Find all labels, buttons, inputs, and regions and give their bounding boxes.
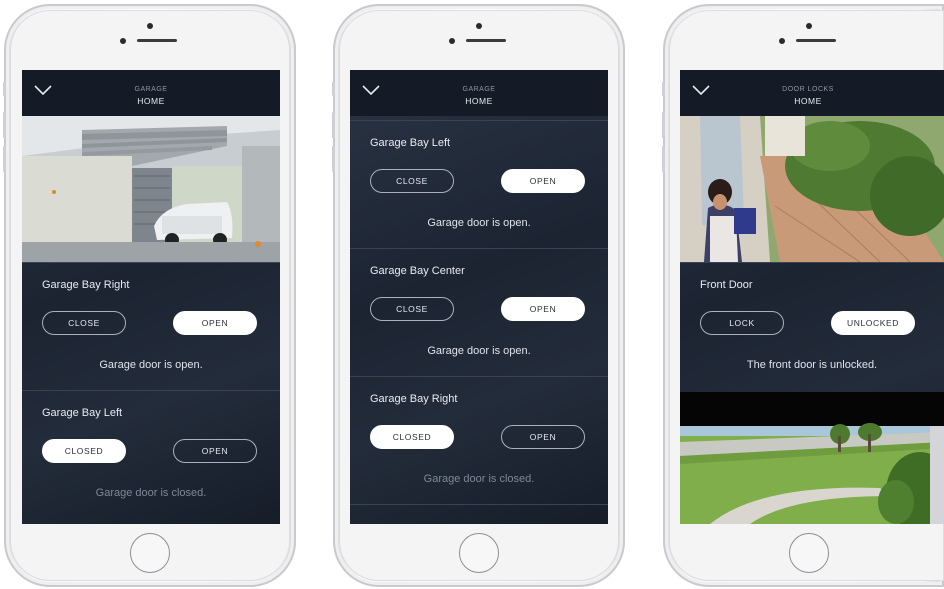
door-status: Garage door is open. <box>427 345 531 357</box>
front-camera <box>806 23 812 29</box>
front-camera <box>147 23 153 29</box>
close-button[interactable]: CLOSE <box>42 311 126 335</box>
close-button[interactable]: CLOSE <box>370 297 454 321</box>
lock-status: The front door is unlocked. <box>746 359 878 371</box>
nav-bar: GARAGE HOME <box>22 70 280 116</box>
open-button[interactable]: OPEN <box>173 439 257 463</box>
phone-1: GARAGE HOME Garage Bay Right CLOSE OPEN … <box>3 4 296 587</box>
device-card: Garage Bay Left CLOSED OPEN Garage door … <box>22 390 280 519</box>
door-status: Garage door is closed. <box>95 487 207 499</box>
nav-title: HOME <box>465 96 493 106</box>
side-button <box>3 82 6 96</box>
device-card: Garage Bay Right CLOSED OPEN Garage door… <box>350 376 608 505</box>
volume-up-button <box>3 112 6 138</box>
device-name: Garage Bay Right <box>370 393 458 405</box>
front-camera <box>476 23 482 29</box>
nav-bar: DOOR LOCKS HOME <box>680 70 944 116</box>
app-screen: GARAGE HOME Garage Bay Right CLOSE OPEN … <box>22 70 280 524</box>
device-name: Garage Bay Right <box>42 279 130 291</box>
home-button[interactable] <box>459 533 499 573</box>
earpiece-speaker <box>137 39 177 42</box>
sensor <box>779 38 785 44</box>
device-card: Front Door LOCK UNLOCKED The front door … <box>680 262 944 393</box>
nav-subtitle: GARAGE <box>462 86 496 93</box>
earpiece-speaker <box>466 39 506 42</box>
garage-camera-feed <box>22 116 280 262</box>
close-button[interactable]: CLOSE <box>370 169 454 193</box>
close-button[interactable]: CLOSED <box>42 439 126 463</box>
divider <box>350 504 608 505</box>
door-status: Garage door is closed. <box>423 473 535 485</box>
nav-title: HOME <box>794 96 822 106</box>
lock-button[interactable]: LOCK <box>700 311 784 335</box>
home-button[interactable] <box>130 533 170 573</box>
volume-down-button <box>332 146 335 172</box>
volume-up-button <box>662 112 665 138</box>
door-status: Garage door is open. <box>427 217 531 229</box>
device-name: Garage Bay Center <box>370 265 465 277</box>
volume-down-button <box>3 146 6 172</box>
sensor <box>120 38 126 44</box>
device-card: Garage Bay Right CLOSE OPEN Garage door … <box>22 262 280 391</box>
open-button[interactable]: OPEN <box>173 311 257 335</box>
side-button <box>662 82 665 96</box>
device-name: Garage Bay Left <box>370 137 451 149</box>
earpiece-speaker <box>796 39 836 42</box>
unlock-button[interactable]: UNLOCKED <box>831 311 915 335</box>
door-status: Garage door is open. <box>99 359 203 371</box>
garage-camera-image <box>22 116 280 262</box>
device-name: Garage Bay Left <box>42 407 123 419</box>
nav-subtitle: DOOR LOCKS <box>782 86 834 93</box>
app-screen: DOOR LOCKS HOME Front Door LOCK UNLOCKED… <box>680 70 944 524</box>
front-door-camera-image <box>680 116 944 262</box>
nav-bar: GARAGE HOME <box>350 70 608 116</box>
phone-3: DOOR LOCKS HOME Front Door LOCK UNLOCKED… <box>662 4 944 587</box>
open-button[interactable]: OPEN <box>501 425 585 449</box>
yard-camera-image <box>680 392 944 524</box>
sensor <box>449 38 455 44</box>
close-button[interactable]: CLOSED <box>370 425 454 449</box>
nav-subtitle: GARAGE <box>134 86 168 93</box>
device-card: Garage Bay Left CLOSE OPEN Garage door i… <box>350 120 608 249</box>
front-door-camera-feed <box>680 116 944 262</box>
device-name: Front Door <box>700 279 753 291</box>
device-card: Garage Bay Center CLOSE OPEN Garage door… <box>350 248 608 377</box>
app-screen: GARAGE HOME Garage Bay Left CLOSE OPEN G… <box>350 70 608 524</box>
nav-title: HOME <box>137 96 165 106</box>
home-button[interactable] <box>789 533 829 573</box>
volume-down-button <box>662 146 665 172</box>
yard-camera-feed <box>680 392 944 524</box>
side-button <box>332 82 335 96</box>
phone-2: GARAGE HOME Garage Bay Left CLOSE OPEN G… <box>332 4 625 587</box>
open-button[interactable]: OPEN <box>501 169 585 193</box>
open-button[interactable]: OPEN <box>501 297 585 321</box>
volume-up-button <box>332 112 335 138</box>
